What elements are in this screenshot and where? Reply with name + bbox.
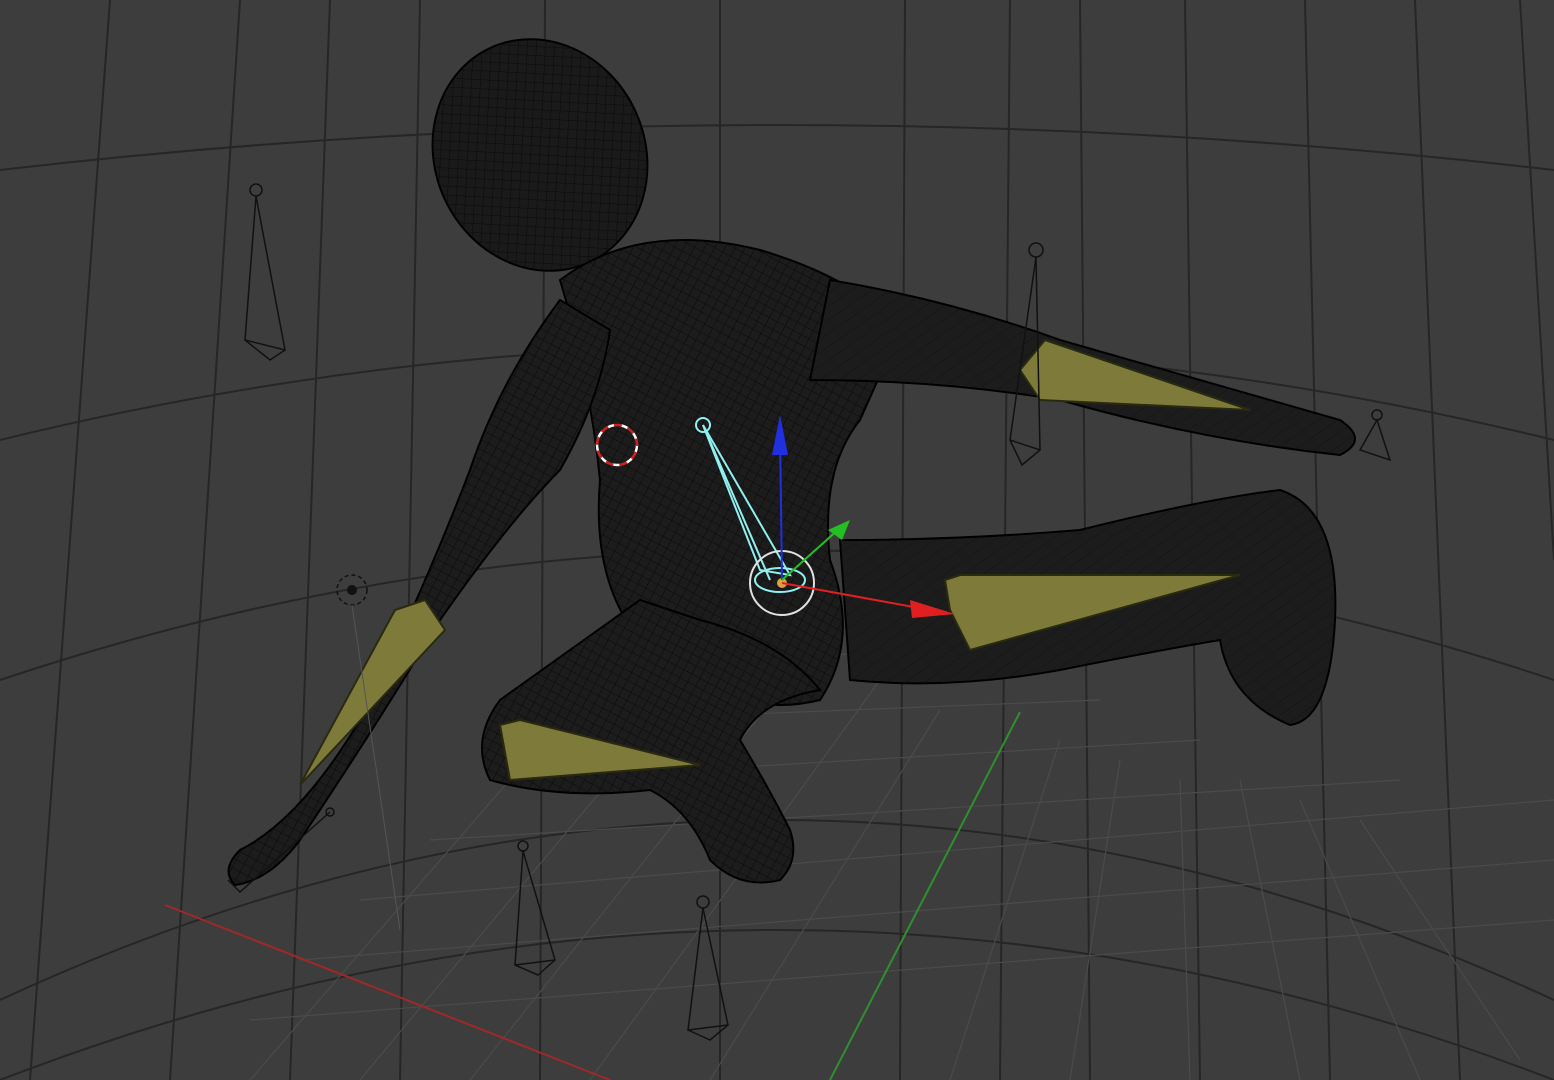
y-axis-line bbox=[829, 711, 1021, 1080]
bone-forearm-left[interactable] bbox=[299, 598, 447, 786]
empty-marker[interactable] bbox=[244, 183, 286, 361]
x-axis-line bbox=[164, 904, 611, 1080]
viewport-canvas[interactable] bbox=[0, 0, 1554, 1080]
empty-marker[interactable] bbox=[514, 840, 556, 976]
empty-marker[interactable] bbox=[1358, 409, 1392, 462]
3d-viewport[interactable] bbox=[0, 0, 1554, 1080]
